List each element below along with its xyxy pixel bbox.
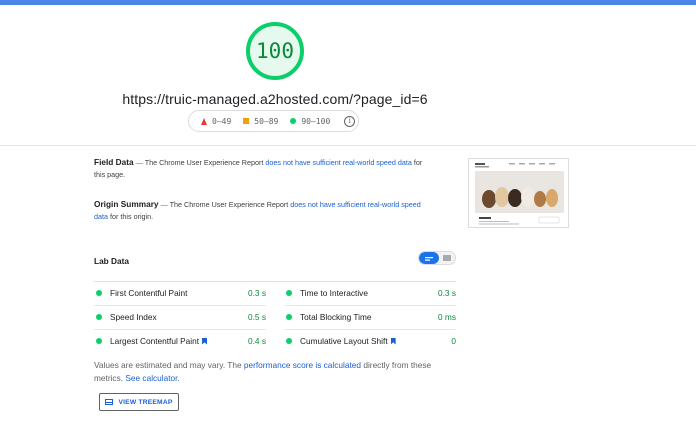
list-view-toggle-option[interactable] [419,252,439,264]
field-data-section: Field Data — The Chrome User Experience … [94,157,434,180]
origin-summary-section: Origin Summary — The Chrome User Experie… [94,199,434,222]
pass-circle-icon [96,290,102,296]
origin-summary-text-after: for this origin. [110,211,154,221]
fail-triangle-icon [201,117,207,125]
pass-circle-icon [96,314,102,320]
treemap-icon [105,399,114,405]
estimation-note: Values are estimated and may vary. The p… [94,359,454,384]
see-calculator-link[interactable]: See calculator. [125,373,179,383]
header-divider [0,145,696,146]
thumbnail-image [469,159,568,227]
view-toggle[interactable] [418,251,456,265]
metric-largest-contentful-paint: Largest Contentful Paint 0.4 s [94,329,266,353]
top-accent-bar [0,0,696,5]
origin-summary-text: The Chrome User Experience Report [169,200,289,209]
metric-value: 0.3 s [438,288,456,298]
average-square-icon [243,118,250,124]
legend-fail-label: 0–49 [212,116,232,126]
field-data-title: Field Data [94,157,134,167]
score-legend: 0–49 50–89 90–100 i [188,110,359,132]
metric-total-blocking-time: Total Blocking Time 0 ms [284,305,456,329]
text-view-icon[interactable] [439,252,455,264]
field-data-link[interactable]: does not have sufficient real-world spee… [265,158,412,167]
pass-circle-icon [286,290,292,296]
page-screenshot-thumbnail[interactable] [468,158,569,228]
performance-score: 100 [256,39,294,63]
view-treemap-button[interactable]: VIEW TREEMAP [99,393,179,411]
legend-average: 50–89 [243,117,278,126]
legend-pass: 90–100 [290,117,330,126]
metric-speed-index: Speed Index 0.5 s [94,305,266,329]
info-icon[interactable]: i [344,115,356,127]
metric-name-wrap: Largest Contentful Paint [110,336,248,346]
metric-name: Cumulative Layout Shift [300,336,388,346]
pass-circle-icon [286,314,292,320]
pass-circle-icon [286,338,292,344]
legend-pass-label: 90–100 [301,116,331,126]
view-treemap-label: VIEW TREEMAP [118,398,173,406]
bookmark-icon[interactable] [390,337,396,345]
metric-name: Speed Index [110,312,157,322]
tested-url: https://truic-managed.a2hosted.com/?page… [122,91,428,107]
metric-cumulative-layout-shift: Cumulative Layout Shift 0 [284,329,456,353]
metric-name: Time to Interactive [300,288,368,298]
origin-summary-dash: — [160,200,168,209]
note-text-1: Values are estimated and may vary. The [94,360,242,370]
list-view-icon [425,257,433,261]
bookmark-icon[interactable] [202,337,208,345]
performance-score-link[interactable]: performance score is calculated [244,360,361,370]
metric-first-contentful-paint: First Contentful Paint 0.3 s [94,281,266,305]
field-data-dash: — [135,158,143,167]
metric-name: First Contentful Paint [110,288,188,298]
origin-summary-title: Origin Summary [94,199,159,209]
metric-name: Largest Contentful Paint [110,336,200,346]
legend-fail: 0–49 [201,117,231,126]
field-data-text: The Chrome User Experience Report [144,158,264,167]
metric-name-wrap: Cumulative Layout Shift [300,336,451,346]
metric-value: 0 ms [438,312,456,322]
legend-average-label: 50–89 [254,116,279,126]
lab-data-title: Lab Data [94,256,130,266]
metric-value: 0.3 s [248,288,266,298]
metric-value: 0 [451,336,456,346]
metric-name: Total Blocking Time [300,312,372,322]
metric-value: 0.5 s [248,312,266,322]
metric-time-to-interactive: Time to Interactive 0.3 s [284,281,456,305]
metric-value: 0.4 s [248,336,266,346]
pass-circle-icon [290,118,297,124]
pass-circle-icon [96,338,102,344]
